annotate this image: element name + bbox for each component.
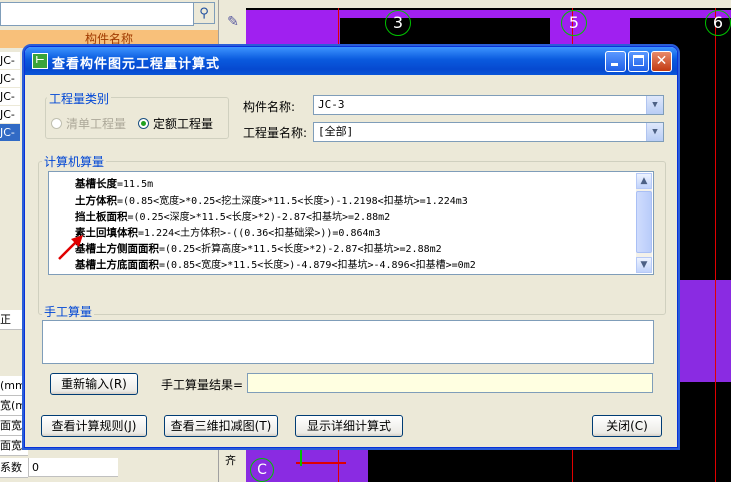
toolbar-align-label[interactable]: 齐 [225, 452, 236, 468]
component-list-item-selected[interactable]: JC-5 [0, 124, 20, 141]
component-list-item[interactable]: JC-4 [0, 106, 20, 123]
view-3d-deduction-button[interactable]: 查看三维扣减图(T) [164, 415, 278, 437]
component-list-item[interactable]: JC-2 [0, 70, 20, 87]
maximize-icon [633, 55, 644, 66]
close-icon: ✕ [655, 53, 668, 69]
scroll-down-icon[interactable]: ▼ [636, 257, 652, 273]
qty-formula-dialog: ⊢ 查看构件图元工程量计算式 ✕ 工程量类别 清单工程量 定额工程量 构件名称:… [24, 46, 678, 448]
calc-line: 基槽土方底面面积=(0.85<宽度>*11.5<长度>)-4.879<扣基坑>-… [75, 259, 476, 271]
component-list-item[interactable]: JC-3 [0, 88, 20, 105]
scroll-up-icon[interactable]: ▲ [636, 173, 652, 189]
minimize-icon [611, 63, 618, 66]
dialog-titlebar[interactable]: ⊢ 查看构件图元工程量计算式 ✕ [25, 47, 677, 75]
axis-label: 3 [385, 10, 411, 36]
top-toolbar [246, 0, 731, 8]
coordinate-x-arrow [296, 462, 346, 464]
qty-name-select[interactable]: [全部] ▼ [313, 122, 664, 142]
calc-formula-box[interactable]: 基槽长度=11.5m 土方体积=(0.85<宽度>*0.25<挖土深度>*11.… [48, 171, 654, 275]
calc-line: 土方体积=(0.85<宽度>*0.25<挖土深度>*11.5<长度>)-1.21… [75, 195, 468, 207]
property-label: (mm) [0, 376, 24, 396]
manual-result-label: 手工算量结果= [161, 378, 244, 392]
qty-name-label: 工程量名称: [243, 126, 308, 140]
maximize-button[interactable] [628, 51, 649, 72]
property-label: 系数 [0, 458, 28, 478]
property-label: 正 [0, 310, 24, 330]
qty-category-label: 工程量类别 [47, 90, 112, 107]
reenter-button[interactable]: 重新输入(R) [50, 373, 138, 395]
app-icon: ⊢ [32, 53, 48, 69]
radio-circle [51, 118, 62, 129]
minimize-button[interactable] [605, 51, 626, 72]
calc-line: 挡土板面积=(0.25<深度>*11.5<长度>*2)-2.87<扣基坑>=2.… [75, 211, 391, 223]
axis-label: 5 [561, 10, 587, 36]
computer-calc-label: 计算机算量 [42, 153, 107, 170]
property-value[interactable]: 0 [28, 458, 118, 477]
calc-line: 素土回填体积=1.224<土方体积>-((0.36<扣基础梁>))=0.864m… [75, 227, 381, 239]
component-name-select[interactable]: JC-3 ▼ [313, 95, 664, 115]
component-search-input[interactable] [0, 2, 194, 26]
radio-bill-qty[interactable]: 清单工程量 [51, 115, 126, 132]
annotation-arrow-icon [58, 235, 83, 260]
axis-label: C [250, 458, 274, 482]
brush-icon[interactable]: ✎ [223, 14, 243, 34]
scroll-thumb[interactable] [636, 191, 652, 253]
manual-calc-label: 手工算量 [42, 303, 95, 320]
radio-circle [138, 118, 149, 129]
chevron-down-icon[interactable]: ▼ [646, 123, 663, 141]
view-rules-button[interactable]: 查看计算规则(J) [41, 415, 147, 437]
canvas-beam [246, 10, 340, 50]
dialog-body: 工程量类别 清单工程量 定额工程量 构件名称: JC-3 ▼ 工程量名称: [全… [28, 75, 674, 444]
close-button[interactable]: 关闭(C) [592, 415, 662, 437]
coordinate-y-arrow [300, 450, 302, 466]
manual-calc-input[interactable] [42, 320, 654, 364]
axis-label: 6 [705, 10, 731, 36]
calc-line: 基槽长度=11.5m [75, 178, 154, 190]
chevron-down-icon[interactable]: ▼ [646, 96, 663, 114]
search-icon[interactable]: ⚲ [193, 2, 215, 24]
canvas-axis-line [715, 0, 716, 482]
radio-quota-qty[interactable]: 定额工程量 [138, 115, 213, 132]
dialog-title: 查看构件图元工程量计算式 [52, 57, 221, 72]
calc-line: 基槽土方侧面面积=(0.25<折算高度>*11.5<长度>*2)-2.87<扣基… [75, 243, 442, 255]
close-x-button[interactable]: ✕ [651, 51, 672, 72]
calc-scrollbar[interactable]: ▲ ▼ [636, 173, 652, 273]
show-detail-formula-button[interactable]: 显示详细计算式 [295, 415, 403, 437]
component-name-label: 构件名称: [243, 100, 296, 114]
component-list-item[interactable]: JC-1 [0, 52, 20, 69]
canvas-foundation [676, 280, 731, 382]
manual-result-field[interactable] [247, 373, 653, 393]
